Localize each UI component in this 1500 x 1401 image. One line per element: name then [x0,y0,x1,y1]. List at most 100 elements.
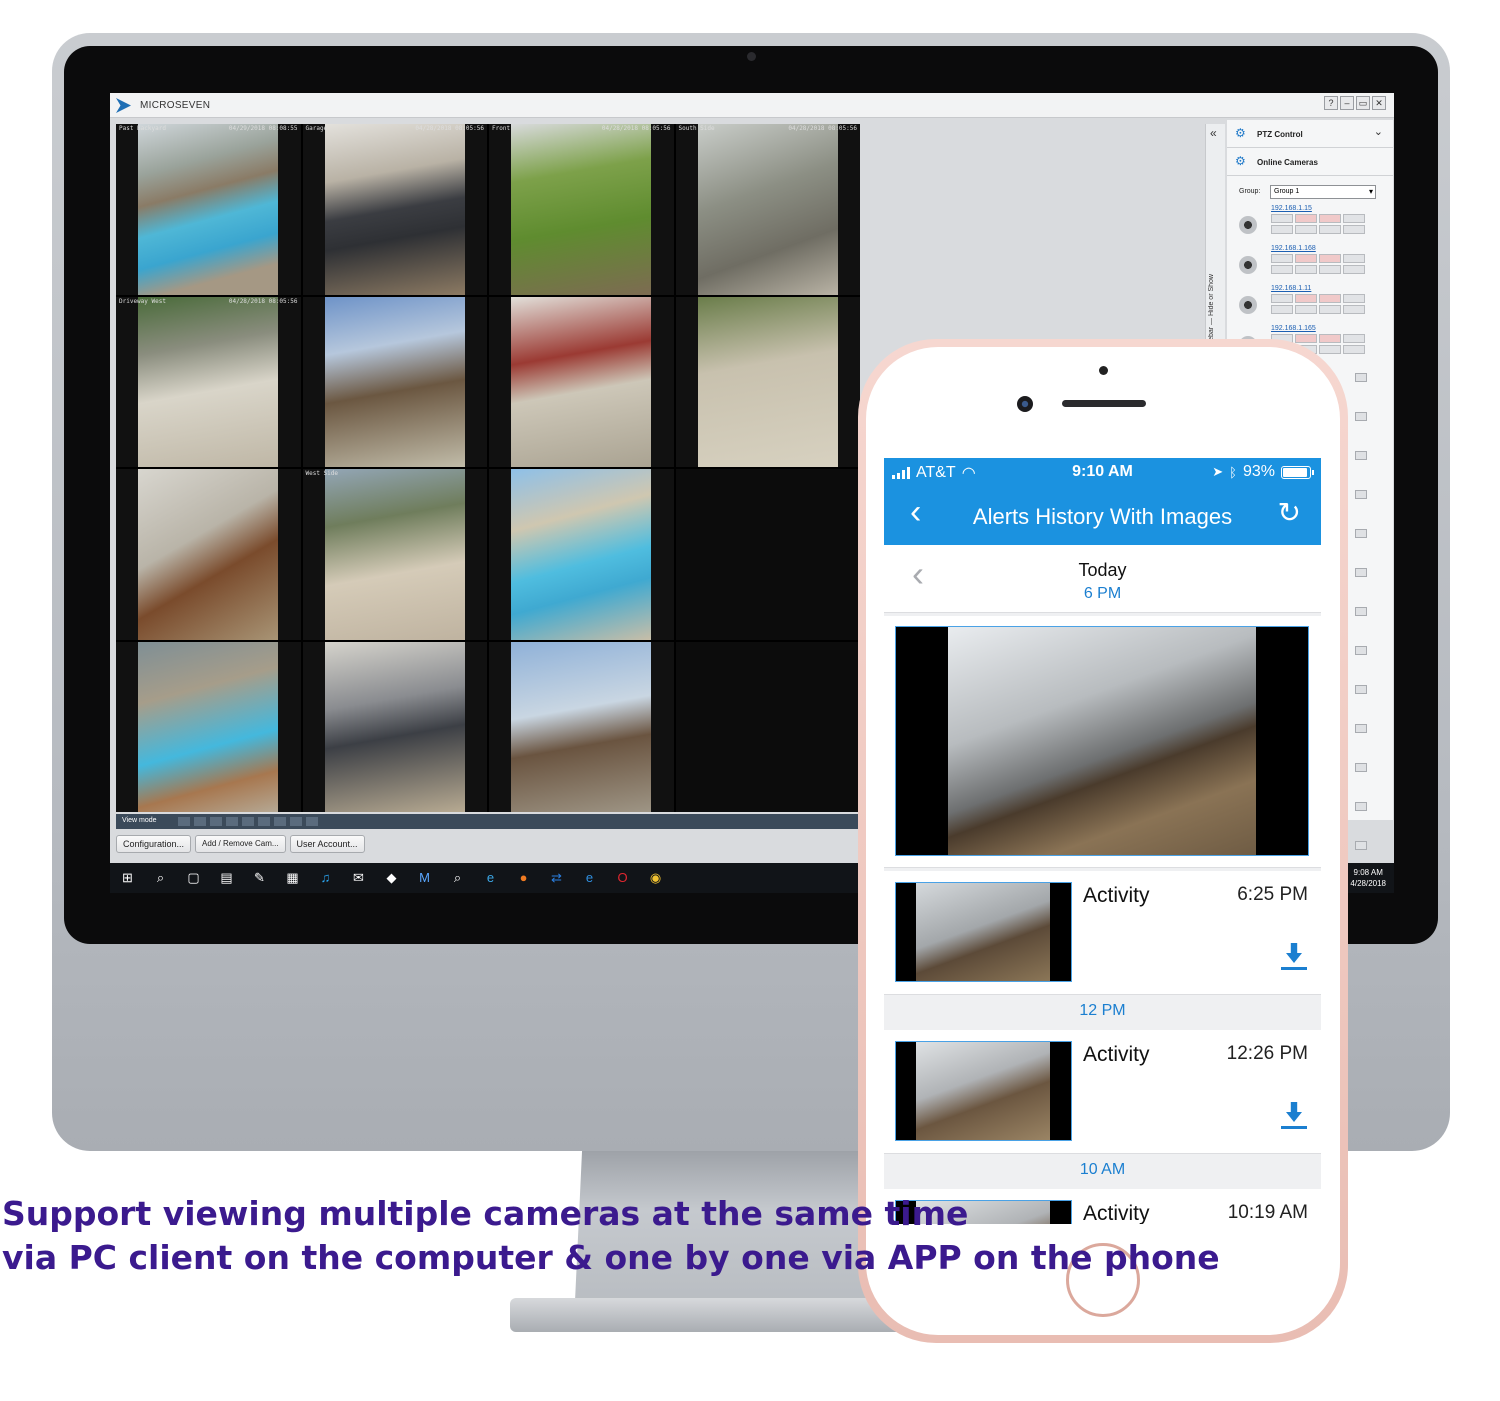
refresh-icon[interactable]: ↻ [1278,498,1301,528]
search-icon[interactable]: ⌕ [151,869,170,887]
network-icon[interactable] [1343,294,1365,303]
paint-icon[interactable]: ✎ [250,869,269,887]
camera-tile[interactable] [116,641,301,812]
chevron-down-icon[interactable]: ⌄ [1374,125,1383,138]
teamviewer-icon[interactable]: ⇄ [547,869,566,887]
download-icon[interactable] [1281,1102,1307,1132]
mini-button[interactable] [1355,607,1367,616]
disconnect-icon[interactable] [1295,214,1317,223]
settings-icon[interactable] [1343,345,1365,354]
camera-tile[interactable] [489,641,674,812]
camera-tile[interactable]: Front 04/28/2018 08:05:56 [489,124,674,295]
audio-icon[interactable] [1319,334,1341,343]
online-cameras-header[interactable]: ⚙ Online Cameras [1227,148,1393,176]
app-icon[interactable]: ◆ [382,869,401,887]
disconnect-icon[interactable] [1295,294,1317,303]
alert-thumbnail[interactable] [895,882,1072,982]
layout-8-icon[interactable] [226,817,238,826]
network-icon[interactable] [1343,214,1365,223]
mini-button[interactable] [1355,529,1367,538]
mini-button[interactable] [1355,373,1367,382]
audio-icon[interactable] [1319,254,1341,263]
help-button[interactable]: ? [1324,96,1338,110]
group-select[interactable]: Group 1 [1270,185,1376,199]
camera-tile[interactable]: Garage 04/28/2018 08:05:56 [302,124,487,295]
mini-button[interactable] [1355,568,1367,577]
user-account-button[interactable]: User Account... [289,835,365,853]
camera-tile[interactable] [489,469,674,640]
disconnect-icon[interactable] [1295,254,1317,263]
microseven-icon[interactable]: M [415,869,434,887]
camera-tile[interactable] [489,296,674,467]
file-explorer-icon[interactable]: ▤ [217,869,236,887]
network-icon[interactable] [1343,334,1365,343]
mini-button[interactable] [1355,763,1367,772]
download-icon[interactable] [1281,943,1307,973]
latest-alert-image-card[interactable] [884,616,1321,868]
disconnect-icon[interactable] [1295,334,1317,343]
camera-tile[interactable]: Driveway West 04/28/2018 08:05:56 [116,296,301,467]
mini-button[interactable] [1355,685,1367,694]
mini-button[interactable] [1355,451,1367,460]
talk-icon[interactable] [1271,265,1293,274]
talk-icon[interactable] [1271,225,1293,234]
snapshot-icon[interactable] [1319,265,1341,274]
chrome-icon[interactable]: ◉ [646,869,665,887]
firefox-icon[interactable]: ● [514,869,533,887]
camera-tile[interactable] [675,641,860,812]
camera-ip-link[interactable]: 192.168.1.168 [1271,245,1316,252]
add-remove-camera-button[interactable]: Add / Remove Cam... [195,835,286,853]
snapshot-icon[interactable] [1319,225,1341,234]
edge-icon[interactable]: e [580,869,599,887]
maximize-button[interactable]: ▭ [1356,96,1370,110]
store-icon[interactable]: ▦ [283,869,302,887]
online-camera-entry[interactable]: 192.168.1.11 [1227,284,1393,324]
alert-thumbnail[interactable] [895,1041,1072,1141]
network-icon[interactable] [1343,254,1365,263]
camera-tile[interactable]: Past Backyard 04/29/2018 08:08:55 [116,124,301,295]
layout-16-icon[interactable] [290,817,302,826]
collapse-sidebar-icon[interactable]: « [1210,126,1217,140]
mini-button[interactable] [1355,412,1367,421]
layout-13-icon[interactable] [274,817,286,826]
camera-tile[interactable]: West Side [302,469,487,640]
close-button[interactable]: ✕ [1372,96,1386,110]
camera-ip-link[interactable]: 192.168.1.15 [1271,205,1312,212]
online-camera-entry[interactable]: 192.168.1.168 [1227,244,1393,284]
task-view-icon[interactable]: ▢ [184,869,203,887]
camera-tile[interactable] [675,469,860,640]
twitter-icon[interactable]: ♫ [316,869,335,887]
online-camera-entry[interactable]: 192.168.1.15 [1227,204,1393,244]
mini-button[interactable] [1355,724,1367,733]
settings-icon[interactable] [1343,225,1365,234]
layout-4-icon[interactable] [194,817,206,826]
windows-start-icon[interactable]: ⊞ [118,869,137,887]
settings-icon[interactable] [1343,305,1365,314]
camera-ip-link[interactable]: 192.168.1.165 [1271,325,1316,332]
camera-tile[interactable] [302,641,487,812]
mini-button[interactable] [1355,802,1367,811]
opera-icon[interactable]: O [613,869,632,887]
configuration-button[interactable]: Configuration... [116,835,192,853]
layout-25-icon[interactable] [306,817,318,826]
latest-alert-image[interactable] [895,626,1309,856]
talk-icon[interactable] [1271,305,1293,314]
snapshot-icon[interactable] [1319,345,1341,354]
camera-tile[interactable] [675,296,860,467]
connect-icon[interactable] [1271,254,1293,263]
layout-6-icon[interactable] [210,817,222,826]
layout-1-icon[interactable] [178,817,190,826]
alert-row[interactable]: Activity 6:25 PM [884,871,1321,995]
audio-icon[interactable] [1319,214,1341,223]
alert-row[interactable]: Activity 12:26 PM [884,1030,1321,1154]
camera-tile[interactable] [116,469,301,640]
mini-button[interactable] [1355,646,1367,655]
mini-button[interactable] [1355,841,1367,850]
connect-icon[interactable] [1271,214,1293,223]
layout-9-icon[interactable] [242,817,254,826]
snapshot-icon[interactable] [1319,305,1341,314]
magnifier-icon[interactable]: ⌕ [448,869,467,887]
record-icon[interactable] [1295,225,1317,234]
mail-icon[interactable]: ✉ [349,869,368,887]
mini-button[interactable] [1355,490,1367,499]
